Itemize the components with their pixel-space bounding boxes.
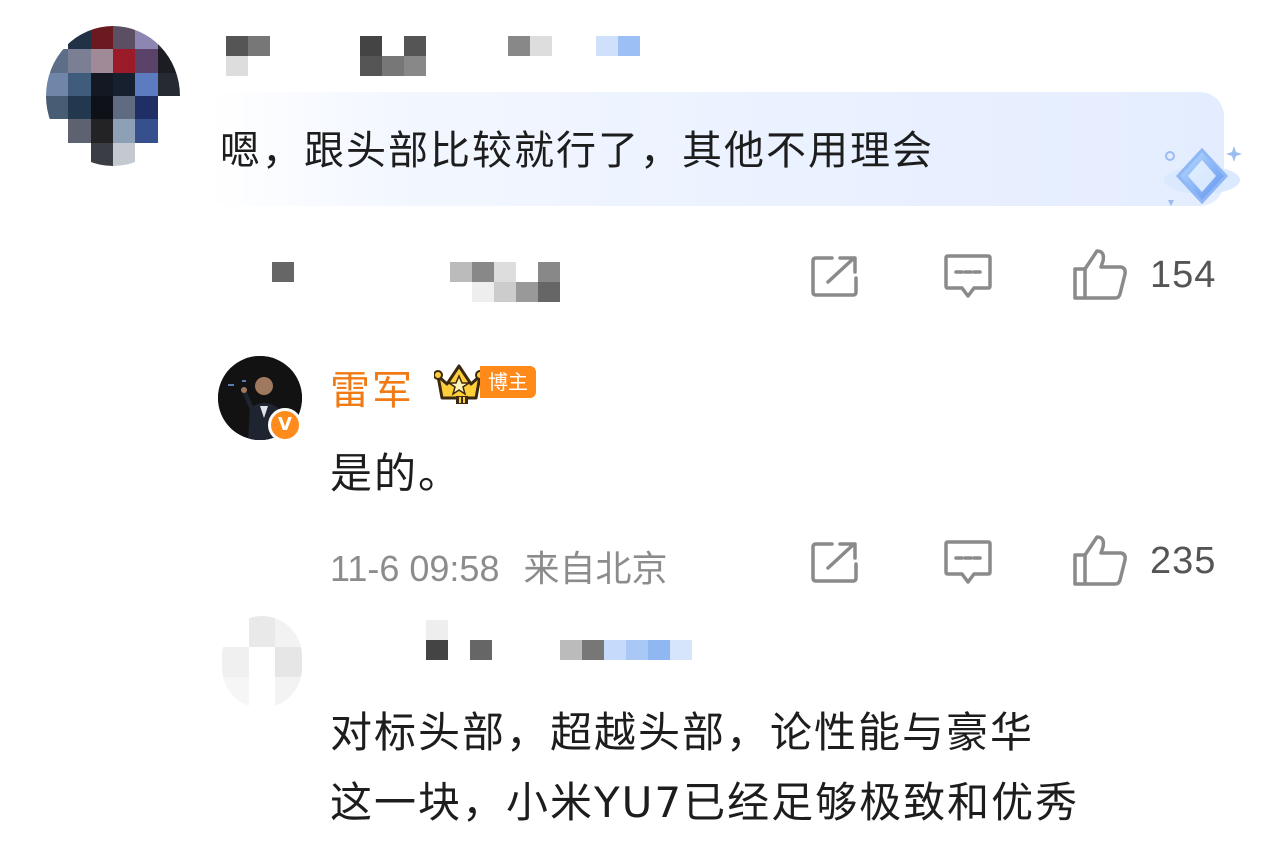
thumbs-up-icon [1073,249,1127,300]
comment-text: 嗯，跟头部比较就行了，其他不用理会 [220,128,934,174]
verified-badge: V [268,408,302,442]
like-count: 154 [1150,254,1217,296]
crown-icon [434,364,484,404]
blogger-tag: 博主 [480,366,536,398]
comment-icon [944,540,992,584]
location: 来自北京 [523,548,668,589]
like-count: 235 [1150,540,1217,582]
comment-text-line: 对标头部，超越头部，论性能与豪华 [330,708,1035,757]
share-button[interactable] [808,538,862,586]
like-button[interactable] [1070,532,1130,588]
comment-text: 是的。 [330,449,463,498]
like-button[interactable] [1070,246,1130,302]
share-icon [811,542,858,583]
comment-text: 对标头部，超越头部，论性能与豪华 这一块，小米YU7已经足够极致和优秀 [330,698,1230,838]
reply-button[interactable] [942,252,994,302]
avatar[interactable] [46,26,180,166]
comment-text-line: 这一块，小米YU7已经足够极致和优秀 [330,778,1080,827]
comment-thread: 嗯，跟头部比较就行了，其他不用理会 154 V 雷军 博主 是的。 11-6 0… [0,0,1264,862]
timestamp-redacted [272,262,560,302]
avatar[interactable] [222,616,302,708]
username-redacted[interactable] [330,620,692,660]
share-icon [811,256,858,297]
username-redacted[interactable] [226,36,640,76]
timestamp: 11-6 09:58 [330,548,500,589]
reply-button[interactable] [942,538,994,588]
diamond-badge-icon [1164,146,1242,206]
comment-meta: 11-6 09:58 来自北京 [330,540,668,592]
comment-icon [944,254,992,298]
share-button[interactable] [808,252,862,300]
username[interactable]: 雷军 [330,358,414,416]
thumbs-up-icon [1073,535,1127,586]
